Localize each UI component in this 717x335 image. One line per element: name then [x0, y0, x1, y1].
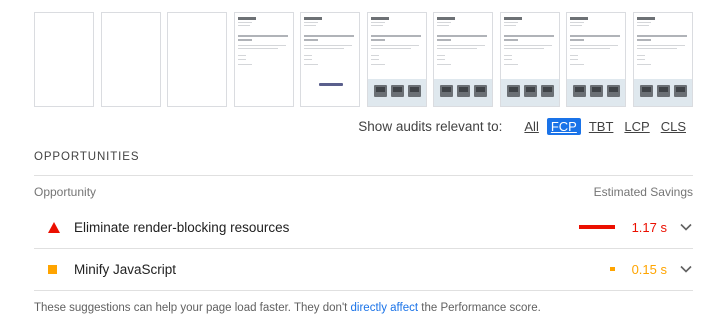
opportunities-footnote: These suggestions can help your page loa…: [34, 302, 541, 314]
filter-chip-cls[interactable]: CLS: [658, 118, 689, 135]
opportunity-title: Eliminate render-blocking resources: [74, 219, 290, 235]
filmstrip-frame: [566, 12, 626, 107]
directly-affect-link[interactable]: directly affect: [351, 302, 419, 314]
orange-square-icon: [48, 264, 62, 274]
column-header-estimated-savings: Estimated Savings: [593, 185, 693, 199]
divider: [34, 175, 693, 176]
opportunity-row[interactable]: Minify JavaScript 0.15 s: [34, 249, 693, 289]
filmstrip: [34, 12, 694, 108]
savings-value: 0.15 s: [631, 261, 667, 277]
filmstrip-frame: [101, 12, 161, 107]
filter-chip-lcp[interactable]: LCP: [621, 118, 652, 135]
opportunity-row[interactable]: Eliminate render-blocking resources 1.17…: [34, 207, 693, 247]
red-triangle-icon: [48, 221, 62, 233]
audit-filter: Show audits relevant to: All FCP TBT LCP…: [358, 117, 689, 135]
opportunity-title: Minify JavaScript: [74, 261, 177, 277]
filmstrip-frame: [300, 12, 360, 107]
audit-filter-label: Show audits relevant to:: [358, 118, 503, 134]
chevron-down-icon[interactable]: [679, 220, 693, 234]
filmstrip-frame: [433, 12, 493, 107]
divider: [34, 290, 693, 291]
filter-chip-fcp[interactable]: FCP: [546, 117, 581, 135]
savings-bar: [571, 222, 615, 232]
filmstrip-frame: [34, 12, 94, 107]
column-header-opportunity: Opportunity: [34, 185, 97, 199]
footnote-text-end: the Performance score.: [418, 302, 541, 314]
footnote-text: These suggestions can help your page loa…: [34, 302, 351, 314]
filter-chip-tbt[interactable]: TBT: [586, 118, 617, 135]
filmstrip-frame: [500, 12, 560, 107]
filmstrip-frame: [367, 12, 427, 107]
filmstrip-frame: [167, 12, 227, 107]
savings-value: 1.17 s: [631, 219, 667, 235]
filmstrip-frame: [234, 12, 294, 107]
filmstrip-frame: [633, 12, 693, 107]
savings-bar: [571, 264, 615, 274]
section-title: OPPORTUNITIES: [34, 151, 140, 163]
filter-chip-all[interactable]: All: [521, 118, 541, 135]
chevron-down-icon[interactable]: [679, 262, 693, 276]
